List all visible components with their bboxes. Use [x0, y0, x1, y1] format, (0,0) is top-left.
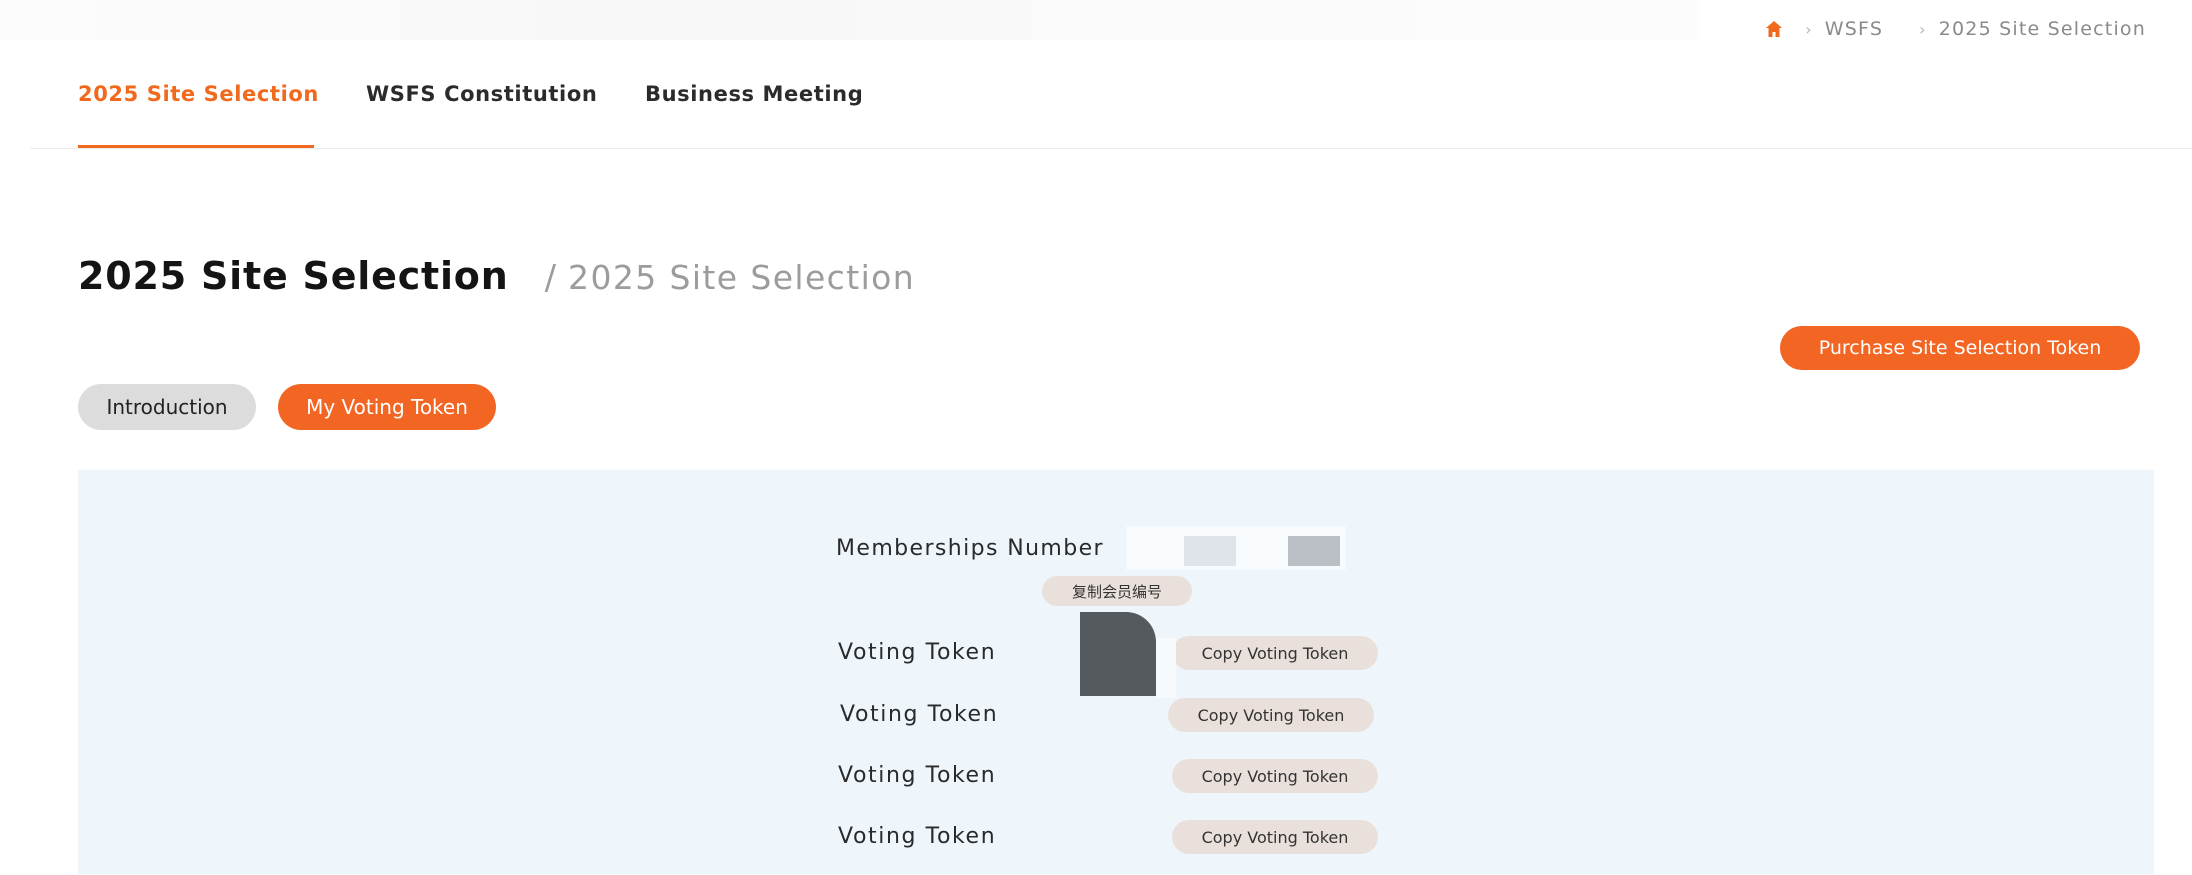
- membership-number-mask: [1184, 536, 1236, 566]
- membership-number-mask: [1288, 536, 1340, 566]
- breadcrumb-separator: ›: [1919, 19, 1927, 39]
- copy-voting-token-button[interactable]: Copy Voting Token: [1172, 820, 1378, 854]
- memberships-number-label: Memberships Number: [836, 536, 1105, 561]
- breadcrumb-item-site-selection[interactable]: 2025 Site Selection: [1939, 18, 2146, 40]
- voting-token-label: Voting Token: [838, 640, 997, 665]
- breadcrumb: › WSFS › 2025 Site Selection: [1765, 18, 2146, 40]
- subtab-my-voting-token[interactable]: My Voting Token: [278, 384, 496, 430]
- copy-membership-number-button[interactable]: 复制会员编号: [1042, 576, 1192, 606]
- copy-voting-token-button[interactable]: Copy Voting Token: [1168, 698, 1374, 732]
- voting-token-redaction: [1156, 638, 1176, 698]
- page-subtitle: 2025 Site Selection: [568, 258, 916, 297]
- token-row: Voting Token Copy Voting Token: [78, 759, 2154, 795]
- heading-separator: /: [544, 258, 557, 298]
- home-icon[interactable]: [1765, 20, 1783, 38]
- active-tab-underline: [78, 145, 314, 148]
- voting-token-label: Voting Token: [838, 763, 997, 788]
- voting-token-label: Voting Token: [840, 702, 999, 727]
- token-row: Voting Token Copy Voting Token: [78, 698, 2154, 734]
- page-heading: 2025 Site Selection / 2025 Site Selectio…: [78, 254, 915, 298]
- top-strip: [0, 0, 1700, 40]
- voting-token-label: Voting Token: [838, 824, 997, 849]
- voting-token-panel: Memberships Number 复制会员编号 Voting Token C…: [78, 470, 2154, 874]
- purchase-site-selection-token-button[interactable]: Purchase Site Selection Token: [1780, 326, 2140, 370]
- copy-voting-token-button[interactable]: Copy Voting Token: [1172, 759, 1378, 793]
- top-nav: 2025 Site Selection WSFS Constitution Bu…: [30, 60, 2192, 149]
- tab-wsfs-constitution[interactable]: WSFS Constitution: [366, 82, 597, 106]
- voting-token-redaction: [1080, 612, 1156, 696]
- breadcrumb-item-wsfs[interactable]: WSFS: [1825, 18, 1883, 40]
- subtab-introduction[interactable]: Introduction: [78, 384, 256, 430]
- tab-business-meeting[interactable]: Business Meeting: [645, 82, 863, 106]
- copy-voting-token-button[interactable]: Copy Voting Token: [1172, 636, 1378, 670]
- page-title: 2025 Site Selection: [78, 254, 509, 298]
- tab-2025-site-selection[interactable]: 2025 Site Selection: [78, 82, 319, 106]
- breadcrumb-separator: ›: [1805, 19, 1813, 39]
- page: › WSFS › 2025 Site Selection 2025 Site S…: [0, 0, 2192, 875]
- token-row: Voting Token Copy Voting Token: [78, 820, 2154, 856]
